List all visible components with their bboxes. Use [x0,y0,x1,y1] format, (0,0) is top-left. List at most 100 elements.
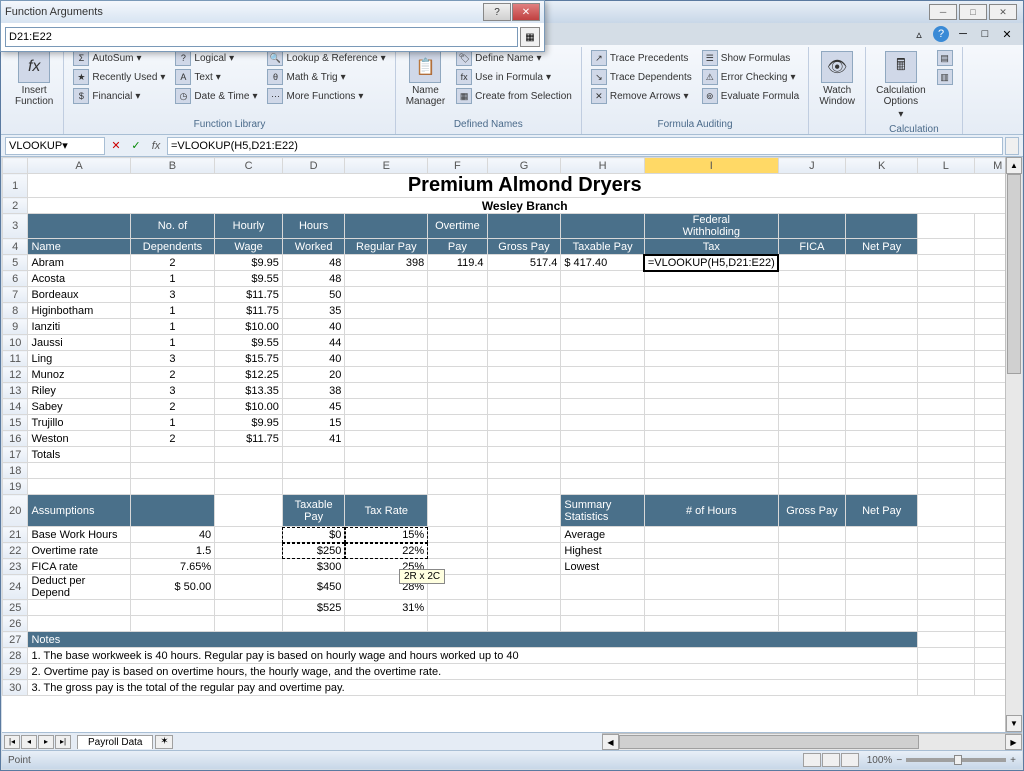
insert-function-button[interactable]: fx Insert Function [11,49,57,109]
row-header[interactable]: 23 [3,559,28,575]
more-functions-button[interactable]: ⋯More Functions ▾ [264,87,388,105]
workbook-min-icon[interactable]: ─ [955,26,971,42]
row-header[interactable]: 25 [3,600,28,616]
tab-first-button[interactable]: |◂ [4,735,20,749]
col-header[interactable]: G [487,158,561,174]
dialog-range-input[interactable] [5,27,518,47]
row-header[interactable]: 26 [3,616,28,632]
col-header[interactable]: I [644,158,778,174]
row-header[interactable]: 9 [3,319,28,335]
row-header[interactable]: 29 [3,664,28,680]
evaluate-formula-button[interactable]: ⊚Evaluate Formula [699,87,802,105]
tab-next-button[interactable]: ▸ [38,735,54,749]
col-header[interactable]: K [846,158,918,174]
zoom-thumb[interactable] [954,755,962,765]
col-header[interactable]: H [561,158,645,174]
row-header[interactable]: 30 [3,680,28,696]
row-header[interactable]: 27 [3,632,28,648]
formula-input[interactable]: =VLOOKUP(H5,D21:E22) [167,137,1003,155]
col-header[interactable]: B [130,158,214,174]
dialog-help-button[interactable]: ? [483,3,511,21]
row-header[interactable]: 3 [3,214,28,239]
col-header[interactable]: F [428,158,487,174]
name-manager-button[interactable]: 📋Name Manager [402,49,449,109]
math-button[interactable]: θMath & Trig ▾ [264,68,388,86]
row-header[interactable]: 19 [3,479,28,495]
tab-last-button[interactable]: ▸| [55,735,71,749]
minimize-button[interactable]: ─ [929,4,957,20]
col-header[interactable]: D [282,158,345,174]
close-button[interactable]: ✕ [989,4,1017,20]
text-button[interactable]: AText ▾ [172,68,260,86]
recently-used-button[interactable]: ★Recently Used ▾ [70,68,168,86]
show-formulas-button[interactable]: ☰Show Formulas [699,49,802,67]
name-box[interactable]: VLOOKUP ▾ [5,137,105,155]
row-header[interactable]: 4 [3,239,28,255]
row-header[interactable]: 15 [3,415,28,431]
use-in-formula-button[interactable]: fxUse in Formula ▾ [453,68,575,86]
col-header[interactable]: A [28,158,130,174]
col-header[interactable]: E [345,158,428,174]
scroll-down-button[interactable]: ▼ [1006,715,1022,732]
vscroll-thumb[interactable] [1007,174,1021,374]
scroll-up-button[interactable]: ▲ [1006,157,1022,174]
row-header[interactable]: 11 [3,351,28,367]
dialog-collapse-icon[interactable]: ▦ [520,27,540,47]
datetime-button[interactable]: ◷Date & Time ▾ [172,87,260,105]
row-header[interactable]: 24 [3,575,28,600]
active-cell[interactable]: =VLOOKUP(H5,D21:E22) [644,255,778,271]
row-header[interactable]: 18 [3,463,28,479]
horizontal-scrollbar[interactable]: ◀ ▶ [602,733,1022,750]
row-header[interactable]: 10 [3,335,28,351]
page-break-button[interactable] [841,753,859,767]
scroll-left-button[interactable]: ◀ [602,734,619,750]
row-header[interactable]: 2 [3,198,28,214]
row-header[interactable]: 12 [3,367,28,383]
row-header[interactable]: 1 [3,174,28,198]
financial-button[interactable]: $Financial ▾ [70,87,168,105]
fx-button[interactable]: fx [147,137,165,155]
row-header[interactable]: 21 [3,527,28,543]
scroll-right-button[interactable]: ▶ [1005,734,1022,750]
create-from-selection-button[interactable]: ▦Create from Selection [453,87,575,105]
ribbon-min-icon[interactable]: ▵ [911,26,927,42]
row-header[interactable]: 8 [3,303,28,319]
row-header[interactable]: 28 [3,648,28,664]
row-header[interactable]: 13 [3,383,28,399]
normal-view-button[interactable] [803,753,821,767]
vertical-scrollbar[interactable]: ▲ ▼ [1005,157,1022,732]
cancel-button[interactable]: ✕ [107,137,125,155]
formula-expand-button[interactable] [1005,137,1019,155]
trace-dependents-button[interactable]: ↘Trace Dependents [588,68,695,86]
tab-payroll-data[interactable]: Payroll Data [77,735,153,749]
tab-add-button[interactable]: ✶ [155,735,173,749]
help-icon[interactable]: ? [933,26,949,42]
error-checking-button[interactable]: ⚠Error Checking ▾ [699,68,802,86]
hscroll-thumb[interactable] [619,735,919,749]
zoom-in-button[interactable]: + [1010,755,1016,766]
col-header[interactable]: J [778,158,845,174]
col-header[interactable]: C [215,158,283,174]
calc-now-button[interactable]: ▤ [934,49,956,67]
enter-button[interactable]: ✓ [127,137,145,155]
tab-prev-button[interactable]: ◂ [21,735,37,749]
calc-options-button[interactable]: 🖩Calculation Options ▾ [872,49,929,122]
row-header[interactable]: 22 [3,543,28,559]
col-header[interactable]: L [918,158,974,174]
remove-arrows-button[interactable]: ✕Remove Arrows ▾ [588,87,695,105]
workbook-restore-icon[interactable]: □ [977,26,993,42]
zoom-slider[interactable] [906,758,1006,762]
row-header[interactable]: 6 [3,271,28,287]
row-header[interactable]: 5 [3,255,28,271]
page-layout-button[interactable] [822,753,840,767]
dialog-close-button[interactable]: ✕ [512,3,540,21]
trace-precedents-button[interactable]: ↗Trace Precedents [588,49,695,67]
row-header[interactable]: 14 [3,399,28,415]
maximize-button[interactable]: □ [959,4,987,20]
zoom-out-button[interactable]: − [896,755,902,766]
watch-window-button[interactable]: 👁Watch Window [815,49,859,109]
calc-sheet-button[interactable]: ▥ [934,68,956,86]
row-header[interactable]: 20 [3,495,28,527]
workbook-close-icon[interactable]: ✕ [999,26,1015,42]
row-header[interactable]: 17 [3,447,28,463]
